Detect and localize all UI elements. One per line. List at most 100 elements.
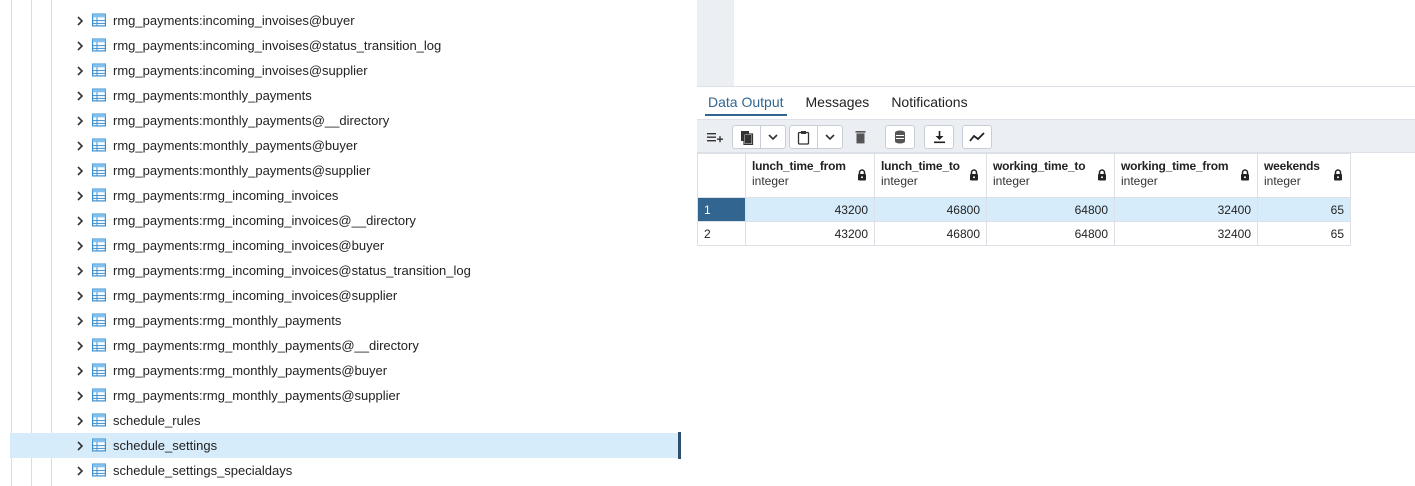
chevron-down-icon [825, 134, 835, 141]
chevron-right-icon[interactable] [75, 64, 87, 78]
table-icon [92, 438, 107, 452]
grid-cell[interactable]: 65 [1257, 221, 1351, 246]
tree-item-label: rmg_payments:monthly_payments@__director… [113, 113, 390, 128]
row-number[interactable]: 2 [697, 221, 746, 246]
table-icon [92, 338, 107, 352]
tab-notifications[interactable]: Notifications [880, 90, 978, 118]
grid-cell[interactable]: 32400 [1114, 221, 1258, 246]
grid-cell[interactable]: 65 [1257, 197, 1351, 222]
tree-item[interactable]: schedule_rules [0, 408, 680, 433]
tree-item-label: rmg_payments:rmg_incoming_invoices [113, 188, 339, 203]
lock-icon [858, 169, 866, 181]
chevron-right-icon[interactable] [75, 414, 87, 428]
grid-cell[interactable]: 64800 [986, 221, 1115, 246]
copy-button[interactable] [733, 126, 761, 148]
lock-icon [1334, 169, 1342, 181]
tree-item-label: rmg_payments:rmg_incoming_invoices@__dir… [113, 213, 416, 228]
tree-item[interactable]: rmg_payments:monthly_payments [0, 83, 680, 108]
tree-item[interactable]: rmg_payments:rmg_incoming_invoices [0, 183, 680, 208]
grid-cell[interactable]: 46800 [874, 197, 987, 222]
copy-icon [740, 130, 753, 145]
chevron-right-icon[interactable] [75, 364, 87, 378]
download-button[interactable] [924, 125, 954, 149]
paste-icon [797, 130, 810, 145]
tree-item-label: rmg_payments:rmg_incoming_invoices@statu… [113, 263, 471, 278]
tree-item[interactable]: rmg_payments:rmg_incoming_invoices@suppl… [0, 283, 680, 308]
tree-item-label: rmg_payments:incoming_invoises@buyer [113, 13, 355, 28]
chevron-right-icon[interactable] [75, 89, 87, 103]
tree-item[interactable]: schedule_settings_specialdays [0, 458, 680, 483]
lock-icon [1098, 169, 1106, 181]
chevron-right-icon[interactable] [75, 214, 87, 228]
chevron-right-icon[interactable] [75, 264, 87, 278]
column-header[interactable]: lunch_time_from integer [745, 153, 875, 198]
data-output-toolbar [697, 119, 1415, 153]
chevron-down-icon [768, 134, 778, 141]
tree-item-label: schedule_settings_specialdays [113, 463, 293, 478]
column-type: integer [1264, 174, 1301, 188]
copy-dropdown-button[interactable] [761, 126, 785, 148]
chevron-right-icon[interactable] [75, 39, 87, 53]
tree-item[interactable]: rmg_payments:rmg_monthly_payments@buyer [0, 358, 680, 383]
grid-cell[interactable]: 43200 [745, 197, 875, 222]
add-row-button[interactable] [703, 125, 727, 149]
column-name: working_time_from [1121, 159, 1229, 173]
table-icon [92, 388, 107, 402]
table-row[interactable]: 1 43200 46800 64800 32400 65 [697, 197, 1351, 222]
delete-button[interactable] [848, 125, 872, 149]
chevron-right-icon[interactable] [75, 464, 87, 478]
tree-item-label: schedule_rules [113, 413, 201, 428]
table-icon [92, 163, 107, 177]
tree-item[interactable]: rmg_payments:rmg_incoming_invoices@statu… [0, 258, 680, 283]
chevron-right-icon[interactable] [75, 164, 87, 178]
grid-cell[interactable]: 64800 [986, 197, 1115, 222]
tree-item[interactable]: rmg_payments:rmg_monthly_payments@suppli… [0, 383, 680, 408]
grid-cell[interactable]: 32400 [1114, 197, 1258, 222]
copy-button-group [732, 125, 786, 149]
chevron-right-icon[interactable] [75, 389, 87, 403]
tree-item[interactable]: rmg_payments:incoming_invoises@status_tr… [0, 33, 680, 58]
save-data-button[interactable] [885, 125, 915, 149]
graph-visualiser-button[interactable] [962, 125, 992, 149]
table-row[interactable]: 2 43200 46800 64800 32400 65 [697, 221, 1351, 246]
tree-item[interactable]: rmg_payments:rmg_monthly_payments [0, 308, 680, 333]
tree-item[interactable]: rmg_payments:rmg_incoming_invoices@__dir… [0, 208, 680, 233]
tree-item[interactable]: rmg_payments:rmg_monthly_payments@__dire… [0, 333, 680, 358]
chevron-right-icon[interactable] [75, 339, 87, 353]
chevron-right-icon[interactable] [75, 239, 87, 253]
grid-cell[interactable]: 46800 [874, 221, 987, 246]
tree-item[interactable]: rmg_payments:incoming_invoises@supplier [0, 58, 680, 83]
tree-item[interactable]: schedule_settings [10, 433, 680, 458]
table-icon [92, 288, 107, 302]
query-editor[interactable] [697, 0, 1415, 86]
column-header[interactable]: lunch_time_to integer [874, 153, 987, 198]
chevron-right-icon[interactable] [75, 314, 87, 328]
tree-item[interactable]: rmg_payments:monthly_payments@supplier [0, 158, 680, 183]
tab-messages[interactable]: Messages [795, 90, 881, 118]
table-icon [92, 463, 107, 477]
grid-corner-cell[interactable] [697, 153, 746, 198]
editor-divider [697, 86, 1415, 87]
paste-button[interactable] [790, 126, 818, 148]
column-header[interactable]: working_time_from integer [1114, 153, 1258, 198]
chevron-right-icon[interactable] [75, 189, 87, 203]
tree-item[interactable]: rmg_payments:incoming_invoises@buyer [0, 8, 680, 33]
tree-item[interactable]: rmg_payments:monthly_payments@__director… [0, 108, 680, 133]
tree-item[interactable]: rmg_payments:monthly_payments@buyer [0, 133, 680, 158]
tab-data-output[interactable]: Data Output [697, 90, 795, 118]
chevron-right-icon[interactable] [75, 139, 87, 153]
chevron-right-icon[interactable] [75, 114, 87, 128]
row-number[interactable]: 1 [697, 197, 746, 222]
table-icon [92, 138, 107, 152]
tree-item[interactable]: rmg_payments:rmg_incoming_invoices@buyer [0, 233, 680, 258]
column-header[interactable]: weekends integer [1257, 153, 1351, 198]
table-icon [92, 38, 107, 52]
chevron-right-icon[interactable] [75, 439, 87, 453]
paste-dropdown-button[interactable] [818, 126, 842, 148]
grid-cell[interactable]: 43200 [745, 221, 875, 246]
column-header[interactable]: working_time_to integer [986, 153, 1115, 198]
result-grid: lunch_time_from integer lunch_time_to in… [697, 153, 1351, 246]
chevron-right-icon[interactable] [75, 14, 87, 28]
chevron-right-icon[interactable] [75, 289, 87, 303]
table-icon [92, 413, 107, 427]
